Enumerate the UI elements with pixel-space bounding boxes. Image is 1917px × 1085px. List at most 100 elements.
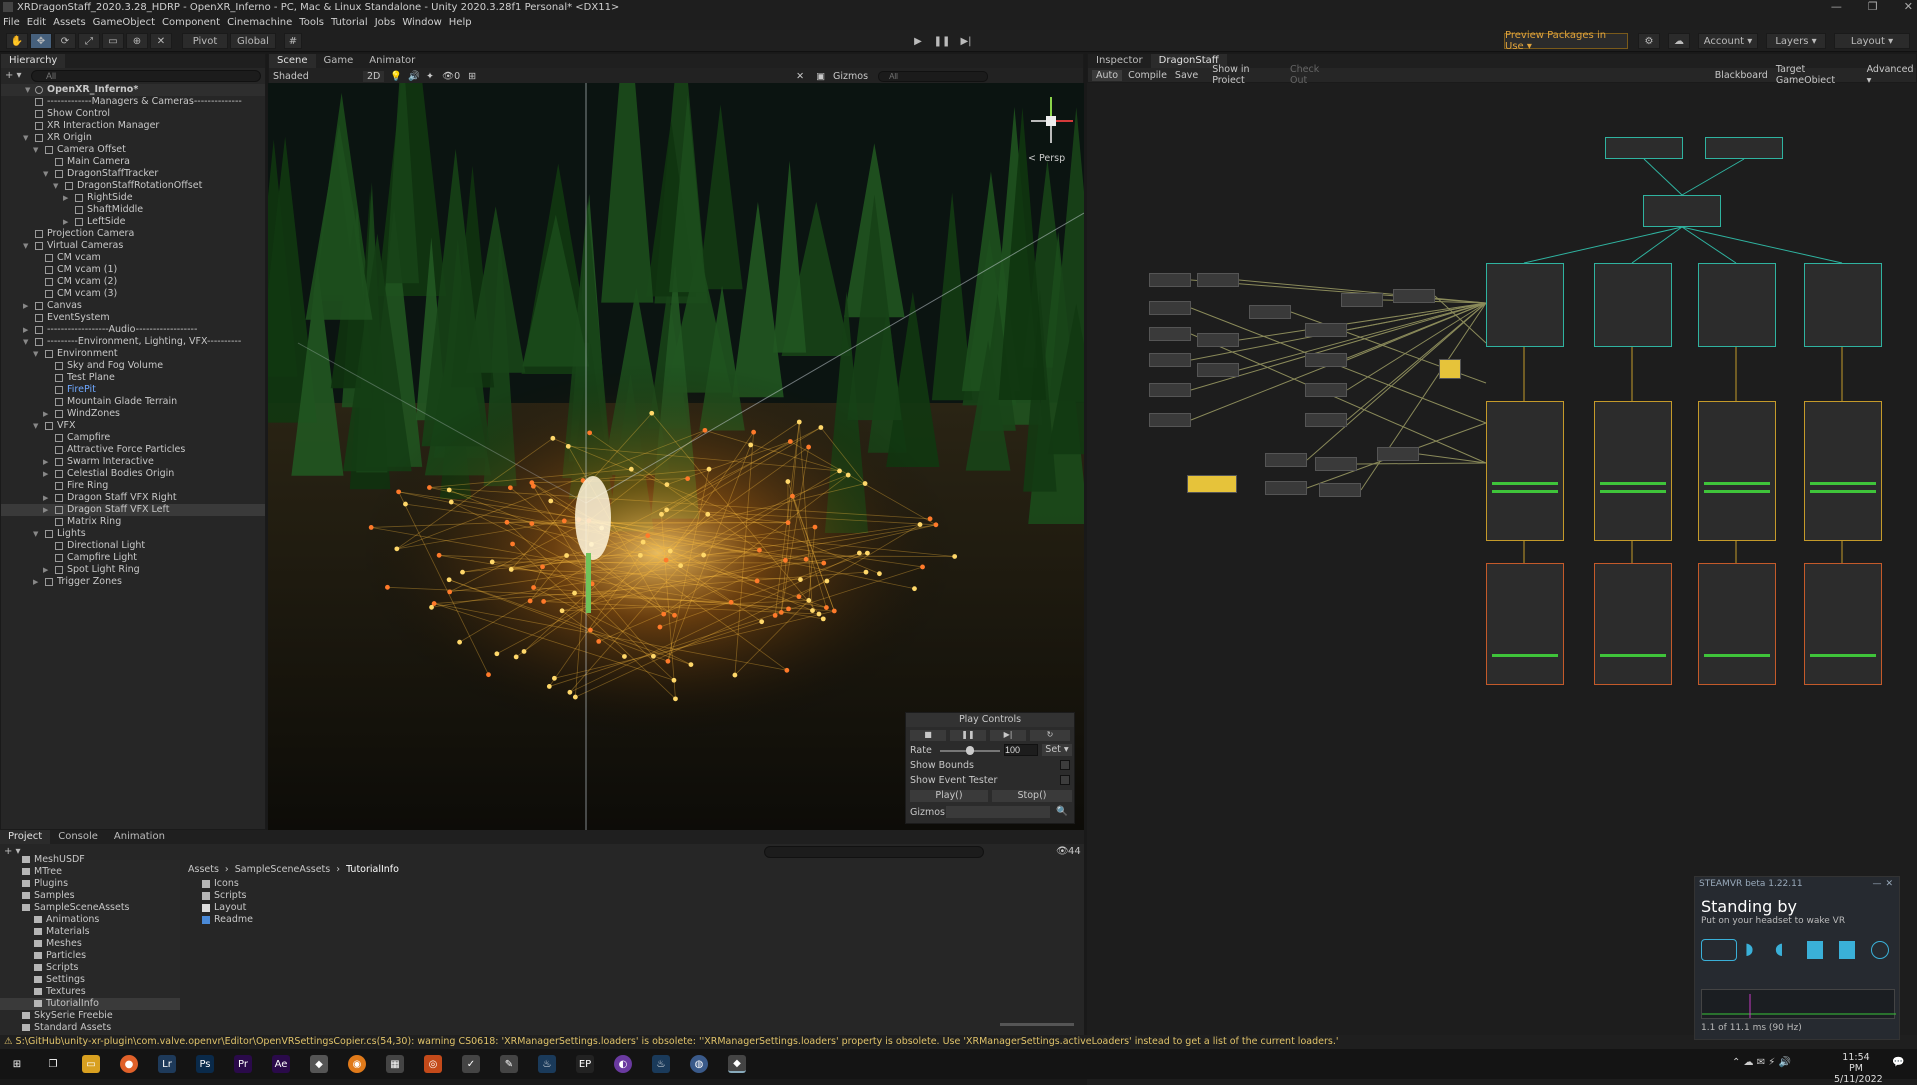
app-icon-2[interactable]: ◎ xyxy=(424,1055,442,1073)
pause-icon[interactable]: ❚❚ xyxy=(950,730,986,741)
app-icon-4[interactable]: ✎ xyxy=(500,1055,518,1073)
hierarchy-row[interactable]: Campfire xyxy=(1,432,265,444)
note-node[interactable] xyxy=(1187,475,1237,493)
steam-icon-2[interactable]: ♨ xyxy=(652,1055,670,1073)
menu-help[interactable]: Help xyxy=(449,17,472,28)
hierarchy-row[interactable]: CM vcam (2) xyxy=(1,276,265,288)
breadcrumb-samplesceneassets[interactable]: SampleSceneAssets xyxy=(235,864,331,875)
hierarchy-row[interactable]: Matrix Ring xyxy=(1,516,265,528)
gizmos-dropdown[interactable]: Gizmos xyxy=(833,71,868,82)
project-folder-row[interactable]: Textures xyxy=(0,986,180,998)
project-folder-row[interactable]: Standard Assets xyxy=(0,1022,180,1034)
hierarchy-row[interactable]: ▼Virtual Cameras xyxy=(1,240,265,252)
operator-node[interactable] xyxy=(1149,383,1191,397)
system-node[interactable] xyxy=(1643,195,1721,227)
hidden-objects-icon[interactable]: 👁 xyxy=(442,71,454,82)
firefox-icon[interactable]: ● xyxy=(120,1055,138,1073)
clock[interactable]: 11:54 PM 5/11/2022 xyxy=(1834,1052,1878,1085)
persp-label[interactable]: < Persp xyxy=(1028,153,1065,164)
hierarchy-row[interactable]: CM vcam (1) xyxy=(1,264,265,276)
output-particle-node[interactable] xyxy=(1594,563,1672,685)
hierarchy-row[interactable]: Mountain Glade Terrain xyxy=(1,396,265,408)
menu-tutorial[interactable]: Tutorial xyxy=(331,17,368,28)
effects-icon[interactable]: ✦ xyxy=(426,71,434,82)
custom-tool-icon[interactable]: ✕ xyxy=(150,33,172,49)
expand-arrow-icon[interactable]: ▶ xyxy=(33,576,38,588)
hierarchy-row[interactable]: ▶Celestial Bodies Origin xyxy=(1,468,265,480)
note-node[interactable] xyxy=(1439,359,1461,379)
save-button[interactable]: Save xyxy=(1175,70,1198,81)
hidden-packages-icon[interactable]: 👁 xyxy=(1056,846,1069,857)
hierarchy-row[interactable]: ▼---------Environment, Lighting, VFX----… xyxy=(1,336,265,348)
operator-node[interactable] xyxy=(1305,323,1347,337)
initialize-particle-node[interactable] xyxy=(1698,263,1776,347)
hierarchy-row[interactable]: ▶Canvas xyxy=(1,300,265,312)
step-button[interactable]: ▶| xyxy=(956,33,976,49)
expand-arrow-icon[interactable]: ▶ xyxy=(43,564,48,576)
blackboard-button[interactable]: Blackboard xyxy=(1715,70,1768,81)
after-effects-icon[interactable]: Ae xyxy=(272,1055,290,1073)
tab-console[interactable]: Console xyxy=(50,830,106,844)
rotate-tool-icon[interactable]: ⟳ xyxy=(54,33,76,49)
expand-arrow-icon[interactable]: ▶ xyxy=(23,300,28,312)
hierarchy-row[interactable]: ▶Dragon Staff VFX Left xyxy=(1,504,265,516)
hierarchy-row[interactable]: CM vcam xyxy=(1,252,265,264)
tab-scene[interactable]: Scene xyxy=(269,54,316,68)
task-view-icon[interactable]: ❐ xyxy=(44,1055,62,1073)
steamvr-close-icon[interactable]: ✕ xyxy=(1885,877,1893,891)
update-particle-node[interactable] xyxy=(1804,401,1882,541)
hierarchy-row[interactable]: ▼Environment xyxy=(1,348,265,360)
operator-node[interactable] xyxy=(1377,447,1419,461)
unity-hub-icon[interactable]: ◆ xyxy=(310,1055,328,1073)
grid-snap-icon[interactable]: # xyxy=(284,33,302,49)
hierarchy-row[interactable]: ▶WindZones xyxy=(1,408,265,420)
add-object-button[interactable]: + ▾ xyxy=(5,70,23,82)
initialize-particle-node[interactable] xyxy=(1486,263,1564,347)
move-tool-icon[interactable]: ✥ xyxy=(30,33,52,49)
project-folder-row[interactable]: TutorialInfo xyxy=(0,998,180,1010)
tab-animator[interactable]: Animator xyxy=(361,54,423,68)
project-file-row[interactable]: Readme xyxy=(200,914,500,926)
project-folder-row[interactable]: Settings xyxy=(0,974,180,986)
app-icon-5[interactable]: ◍ xyxy=(690,1055,708,1073)
expand-arrow-icon[interactable]: ▶ xyxy=(43,468,48,480)
menu-assets[interactable]: Assets xyxy=(53,17,86,28)
menu-jobs[interactable]: Jobs xyxy=(375,17,396,28)
show-event-tester-checkbox[interactable] xyxy=(1060,775,1070,785)
hierarchy-search-input[interactable] xyxy=(31,70,261,82)
hierarchy-row[interactable]: ▶Trigger Zones xyxy=(1,576,265,588)
expand-arrow-icon[interactable]: ▼ xyxy=(43,168,48,180)
hierarchy-row[interactable]: Campfire Light xyxy=(1,552,265,564)
scale-tool-icon[interactable]: ⤢ xyxy=(78,33,100,49)
project-folder-row[interactable]: Plugins xyxy=(0,878,180,890)
cloud-icon[interactable]: ☁ xyxy=(1668,33,1690,49)
auto-button[interactable]: Auto xyxy=(1092,70,1122,81)
expand-arrow-icon[interactable]: ▶ xyxy=(63,216,68,228)
premiere-icon[interactable]: Pr xyxy=(234,1055,252,1073)
operator-node[interactable] xyxy=(1197,333,1239,347)
breadcrumb-assets[interactable]: Assets xyxy=(188,864,219,875)
operator-node[interactable] xyxy=(1149,327,1191,341)
expand-arrow-icon[interactable]: ▼ xyxy=(25,84,30,96)
expand-arrow-icon[interactable]: ▼ xyxy=(33,144,38,156)
pause-button[interactable]: ❚❚ xyxy=(932,33,952,49)
operator-node[interactable] xyxy=(1305,413,1347,427)
blender-icon[interactable]: ◉ xyxy=(348,1055,366,1073)
tab-game[interactable]: Game xyxy=(316,54,362,68)
pivot-toggle[interactable]: Pivot xyxy=(182,33,228,49)
steamvr-minimize-icon[interactable]: — xyxy=(1872,877,1881,891)
hierarchy-row[interactable]: ▶RightSide xyxy=(1,192,265,204)
hierarchy-row[interactable]: ▼DragonStaffTracker xyxy=(1,168,265,180)
update-particle-node[interactable] xyxy=(1486,401,1564,541)
operator-node[interactable] xyxy=(1305,383,1347,397)
hierarchy-row[interactable]: Projection Camera xyxy=(1,228,265,240)
project-file-row[interactable]: Scripts xyxy=(200,890,500,902)
expand-arrow-icon[interactable]: ▶ xyxy=(63,192,68,204)
rate-input[interactable] xyxy=(1004,744,1038,756)
update-particle-node[interactable] xyxy=(1698,401,1776,541)
system-tray-icons[interactable]: ⌃ ☁ ✉ ⚡ 🔊 xyxy=(1732,1057,1791,1068)
operator-node[interactable] xyxy=(1149,301,1191,315)
account-dropdown[interactable]: Account ▾ xyxy=(1698,33,1758,49)
hierarchy-row[interactable]: ▼Camera Offset xyxy=(1,144,265,156)
file-explorer-icon[interactable]: ▭ xyxy=(82,1055,100,1073)
